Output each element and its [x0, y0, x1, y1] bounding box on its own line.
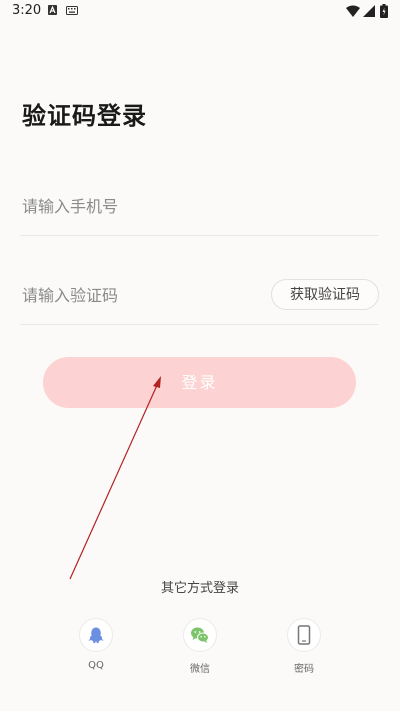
wifi-icon: [346, 5, 360, 17]
wechat-icon: [191, 627, 209, 643]
phone-icon: [297, 625, 311, 645]
signal-icon: [363, 5, 375, 17]
phone-field: [20, 180, 379, 236]
qq-icon: [88, 627, 104, 643]
verification-code-field: 获取验证码: [20, 269, 379, 325]
other-methods-label: 其它方式登录: [160, 581, 239, 596]
a-notification-icon: [48, 5, 57, 15]
qq-label: QQ: [88, 660, 104, 671]
keyboard-icon: [66, 6, 78, 15]
qq-login-button[interactable]: [79, 618, 113, 652]
get-code-button[interactable]: 获取验证码: [271, 279, 379, 310]
qq-login-option[interactable]: QQ: [71, 618, 121, 671]
status-time: 3:20: [12, 3, 42, 18]
battery-icon: [380, 4, 388, 18]
wechat-login-button[interactable]: [183, 618, 217, 652]
login-screen: 3:20 验证码登录 获取验证码 登录 其它方: [0, 0, 400, 711]
password-label: 密码: [294, 664, 314, 675]
password-login-button[interactable]: [287, 618, 321, 652]
password-login-option[interactable]: 密码: [279, 618, 329, 675]
page-title: 验证码登录: [22, 102, 147, 130]
status-bar: 3:20: [0, 0, 400, 24]
wechat-login-option[interactable]: 微信: [175, 618, 225, 675]
phone-input[interactable]: [22, 192, 252, 220]
verification-code-input[interactable]: [22, 281, 252, 309]
login-button[interactable]: 登录: [43, 357, 356, 408]
wechat-label: 微信: [190, 664, 210, 675]
